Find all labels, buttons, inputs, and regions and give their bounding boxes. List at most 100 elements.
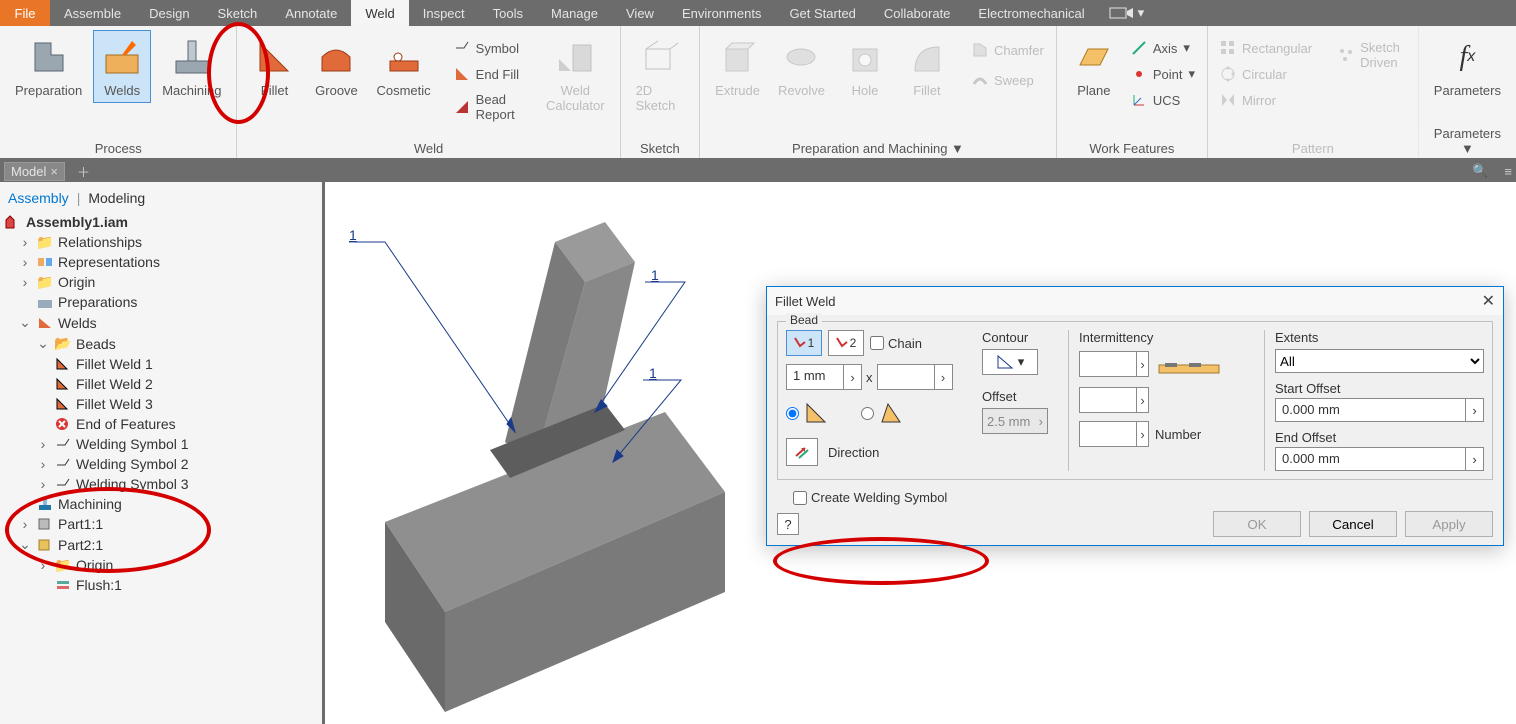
fillet-button[interactable]: Fillet [245,30,303,103]
groove-button[interactable]: Groove [307,30,365,103]
close-icon[interactable]: ✕ [1482,291,1495,311]
tree-ws3[interactable]: ›Welding Symbol 3 [4,474,318,494]
tree-ws1[interactable]: ›Welding Symbol 1 [4,434,318,454]
inter-pitch-input[interactable]: › [1079,387,1149,413]
tree-relationships[interactable]: ›📁Relationships [4,232,318,252]
tab-manage[interactable]: Manage [537,0,612,26]
weld-calculator-button[interactable]: Weld Calculator [539,30,612,118]
point-button[interactable]: Point ▾ [1127,64,1199,84]
tree-tab-modeling[interactable]: Modeling [88,190,145,206]
dropdown-icon[interactable]: › [934,365,952,389]
inter-length-input[interactable]: › [1079,351,1149,377]
viewport[interactable]: 1 1 1 Fillet Weld ✕ Bead [325,182,1516,724]
tree-fillet2[interactable]: Fillet Weld 2 [4,374,318,394]
start-offset-input[interactable]: 0.000 mm› [1275,398,1484,422]
tree-representations[interactable]: ›Representations [4,252,318,272]
expand-icon[interactable]: › [18,234,32,250]
add-tab-button[interactable]: ＋ [73,162,94,181]
tree-flush[interactable]: Flush:1 [4,575,318,595]
tab-collaborate[interactable]: Collaborate [870,0,965,26]
model-tab[interactable]: Model× [4,162,65,181]
size2-input[interactable]: › [877,364,953,390]
tab-weld[interactable]: Weld [351,0,408,26]
sweep-button[interactable]: Sweep [968,70,1048,90]
2dsketch-button[interactable]: 2D Sketch [629,30,692,118]
apply-button[interactable]: Apply [1405,511,1493,537]
welds-button[interactable]: Welds [93,30,151,103]
search-icon[interactable]: 🔍 [1468,163,1492,179]
collapse-icon[interactable]: ⌄ [18,314,32,331]
parameters-button[interactable]: fx Parameters [1427,30,1508,103]
select-face2-button[interactable]: 2 [828,330,864,356]
tree-origin2[interactable]: ›📁Origin [4,555,318,575]
direction-button[interactable] [786,438,818,466]
expand-icon[interactable]: › [36,476,50,492]
cancel-button[interactable]: Cancel [1309,511,1397,537]
collapse-icon[interactable]: ⌄ [36,335,50,352]
tab-electromechanical[interactable]: Electromechanical [964,0,1098,26]
expand-icon[interactable]: › [36,436,50,452]
tree-beads[interactable]: ⌄📂Beads [4,333,318,354]
tab-sketch[interactable]: Sketch [204,0,272,26]
tree-machining[interactable]: Machining [4,494,318,514]
tab-view[interactable]: View [612,0,668,26]
tab-getstarted[interactable]: Get Started [775,0,869,26]
menu-icon[interactable]: ≡ [1500,164,1516,179]
circular-button[interactable]: Circular [1216,64,1316,84]
expand-icon[interactable]: › [18,274,32,290]
revolve-button[interactable]: Revolve [771,30,832,103]
hole-button[interactable]: Hole [836,30,894,103]
extrude-button[interactable]: Extrude [708,30,767,103]
expand-icon[interactable]: › [36,557,50,573]
tree-tab-assembly[interactable]: Assembly [8,190,69,206]
size1-input[interactable]: 1 mm› [786,364,862,390]
chain-checkbox[interactable]: Chain [870,336,922,351]
dropdown-icon[interactable]: › [843,365,861,389]
tab-environments[interactable]: Environments [668,0,775,26]
tab-design[interactable]: Design [135,0,203,26]
ucs-button[interactable]: UCS [1127,90,1199,110]
tree-welds[interactable]: ⌄Welds [4,312,318,333]
rectangular-button[interactable]: Rectangular [1216,38,1316,58]
preparation-button[interactable]: Preparation [8,30,89,103]
tree-part2[interactable]: ⌄Part2:1 [4,534,318,555]
inter-number-input[interactable]: › [1079,421,1149,447]
sketchdriven-button[interactable]: Sketch Driven [1334,38,1410,72]
camera-icon[interactable]: ▾ [1109,0,1145,26]
fillet-feature-button[interactable]: Fillet [898,30,956,103]
expand-icon[interactable]: › [18,516,32,532]
help-button[interactable]: ? [777,513,799,535]
expand-icon[interactable]: › [18,254,32,270]
tree-fillet1[interactable]: Fillet Weld 1 [4,354,318,374]
tab-assemble[interactable]: Assemble [50,0,135,26]
chamfer-button[interactable]: Chamfer [968,40,1048,60]
extents-select[interactable]: All [1275,349,1484,373]
collapse-icon[interactable]: ⌄ [18,536,32,553]
ok-button[interactable]: OK [1213,511,1301,537]
tab-inspect[interactable]: Inspect [409,0,479,26]
select-face1-button[interactable]: 1 [786,330,822,356]
tree-fillet3[interactable]: Fillet Weld 3 [4,394,318,414]
endfill-button[interactable]: End Fill [450,64,523,84]
tree-origin[interactable]: ›📁Origin [4,272,318,292]
cosmetic-button[interactable]: Cosmetic [369,30,437,103]
contour-dropdown[interactable]: ▾ [982,349,1038,375]
beadreport-button[interactable]: Bead Report [450,90,523,124]
tab-tools[interactable]: Tools [479,0,537,26]
tree-preparations[interactable]: Preparations [4,292,318,312]
file-tab[interactable]: File [0,0,50,26]
leg-radio-2[interactable] [861,402,906,424]
symbol-button[interactable]: Symbol [450,38,523,58]
tree-eof[interactable]: End of Features [4,414,318,434]
end-offset-input[interactable]: 0.000 mm› [1275,447,1484,471]
axis-button[interactable]: Axis ▾ [1127,38,1199,58]
create-symbol-checkbox[interactable]: Create Welding Symbol [793,490,1493,505]
tree-part1[interactable]: ›Part1:1 [4,514,318,534]
mirror-button[interactable]: Mirror [1216,90,1316,110]
machining-button[interactable]: Machining [155,30,228,103]
leg-radio-1[interactable] [786,402,831,424]
dialog-titlebar[interactable]: Fillet Weld ✕ [767,287,1503,315]
tab-annotate[interactable]: Annotate [271,0,351,26]
tree-ws2[interactable]: ›Welding Symbol 2 [4,454,318,474]
tree-root[interactable]: Assembly1.iam [4,212,318,232]
